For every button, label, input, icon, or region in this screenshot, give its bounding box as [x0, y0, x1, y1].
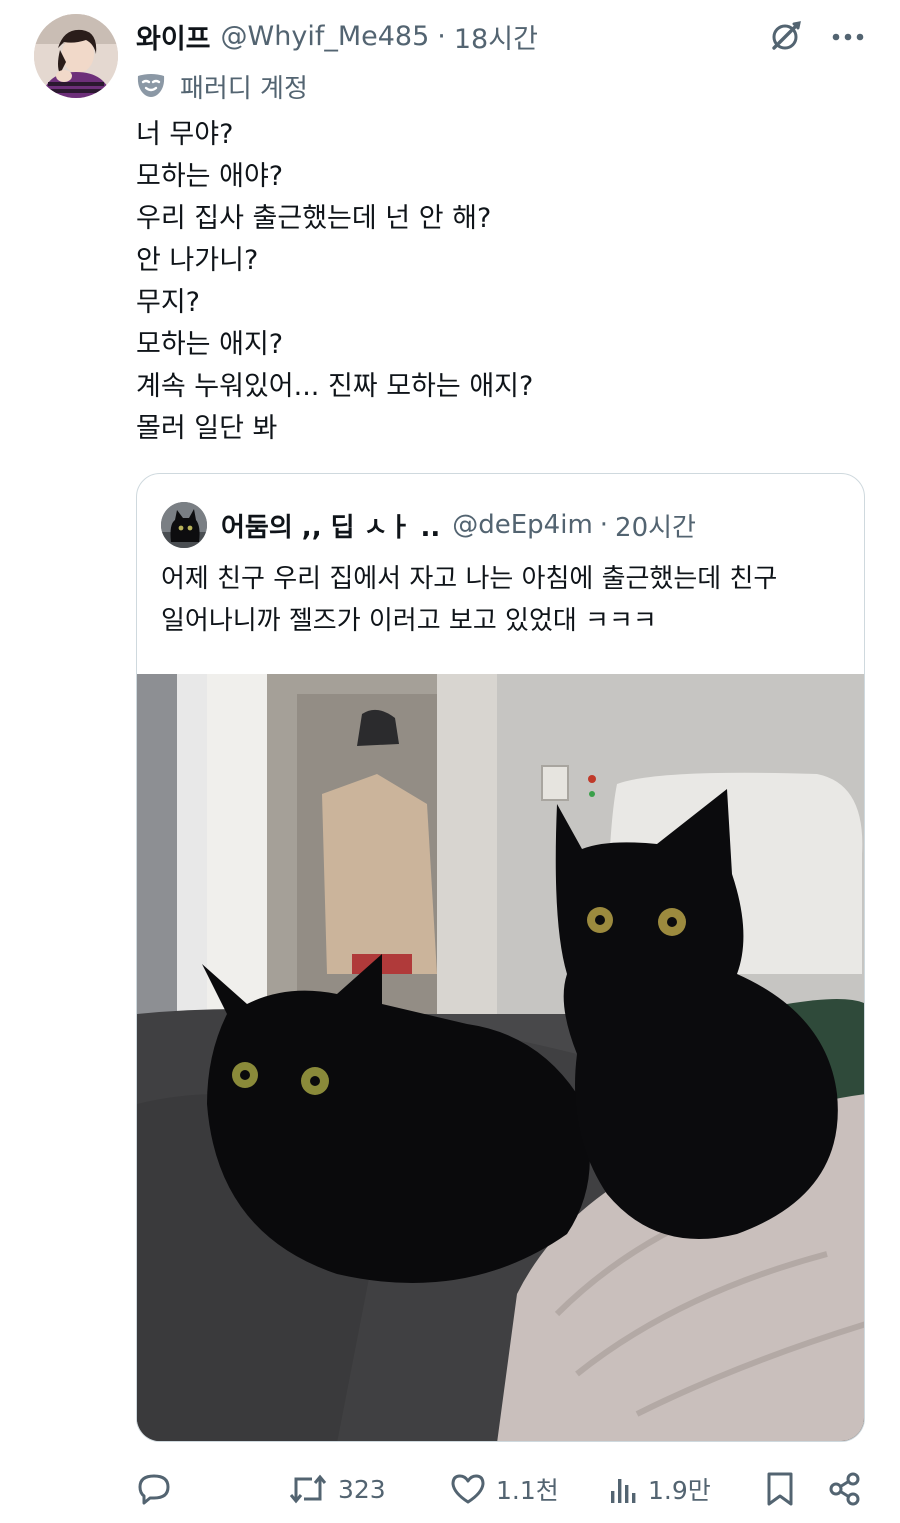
tweet-text-line: 안 나가니? — [136, 245, 259, 276]
views-count: 1.9만 — [648, 1476, 711, 1505]
photo-two-black-cats — [137, 674, 864, 1441]
quoted-avatar[interactable] — [161, 502, 207, 548]
tweet[interactable]: 와이프 @Whyif_Me485 · 18시간 패러디 계정 너 무야? 모하는… — [0, 0, 900, 1523]
quoted-author-handle[interactable]: @deEp4im — [452, 510, 593, 540]
tweet-body: 너 무야? 모하는 애야? 우리 집사 출근했는데 넌 안 해? 안 나가니? … — [136, 114, 856, 450]
bookmark-icon — [767, 1472, 793, 1506]
grok-icon[interactable] — [766, 18, 804, 56]
tweet-text-line: 너 무야? — [136, 119, 234, 150]
separator-dot: · — [599, 510, 609, 540]
retweet-button[interactable]: 323 — [288, 1466, 386, 1512]
share-button[interactable] — [828, 1466, 862, 1512]
views-icon — [611, 1479, 636, 1503]
separator-dot: · — [437, 20, 446, 52]
retweet-icon — [289, 1474, 327, 1504]
tweet-text-line: 모하는 애야? — [136, 161, 284, 192]
author-name[interactable]: 와이프 — [136, 17, 211, 56]
quoted-header: 어둠의 ,, 딥 ㅅㅏ .. @deEp4im · 20시간 — [161, 502, 696, 548]
reply-icon — [138, 1474, 170, 1505]
tweet-text-line: 모하는 애지? — [136, 329, 284, 360]
header-actions — [766, 18, 864, 56]
quoted-photo[interactable] — [137, 674, 864, 1441]
tweet-time[interactable]: 18시간 — [454, 17, 538, 56]
heart-icon — [451, 1474, 485, 1504]
bookmark-button[interactable] — [764, 1466, 796, 1512]
reply-button[interactable] — [136, 1466, 172, 1512]
parody-label: 패러디 계정 — [180, 73, 308, 104]
tweet-header: 와이프 @Whyif_Me485 · 18시간 — [136, 16, 538, 56]
like-button[interactable]: 1.1천 — [450, 1466, 559, 1512]
author-handle[interactable]: @Whyif_Me485 — [221, 21, 430, 52]
avatar-image — [34, 14, 118, 98]
author-avatar[interactable] — [34, 14, 118, 98]
tweet-text-line: 우리 집사 출근했는데 넌 안 해? — [136, 203, 492, 234]
share-icon — [829, 1472, 860, 1506]
views-button[interactable]: 1.9만 — [608, 1466, 711, 1512]
quoted-text-line: 일어나니까 젤즈가 이러고 보고 있었대 ㅋㅋㅋ — [161, 606, 657, 636]
more-icon[interactable] — [832, 32, 864, 42]
parody-badge[interactable]: 패러디 계정 — [136, 64, 308, 108]
mask-icon — [137, 74, 165, 97]
tweet-text-line: 무지? — [136, 287, 201, 318]
quoted-text: 어제 친구 우리 집에서 자고 나는 아침에 출근했는데 친구 일어나니까 젤즈… — [161, 558, 851, 642]
like-count: 1.1천 — [496, 1476, 559, 1505]
quoted-tweet-card[interactable]: 어둠의 ,, 딥 ㅅㅏ .. @deEp4im · 20시간 어제 친구 우리 … — [136, 473, 865, 1442]
tweet-text-line: 계속 누워있어... 진짜 모하는 애지? — [136, 371, 534, 402]
quoted-text-line: 어제 친구 우리 집에서 자고 나는 아침에 출근했는데 친구 — [161, 564, 778, 594]
retweet-count: 323 — [338, 1474, 386, 1504]
tweet-text-line: 몰러 일단 봐 — [136, 413, 278, 444]
quoted-author-name[interactable]: 어둠의 ,, 딥 ㅅㅏ .. — [221, 507, 440, 544]
quoted-time[interactable]: 20시간 — [615, 507, 696, 544]
tweet-actions: 323 1.1천 1.9만 — [136, 1466, 876, 1512]
